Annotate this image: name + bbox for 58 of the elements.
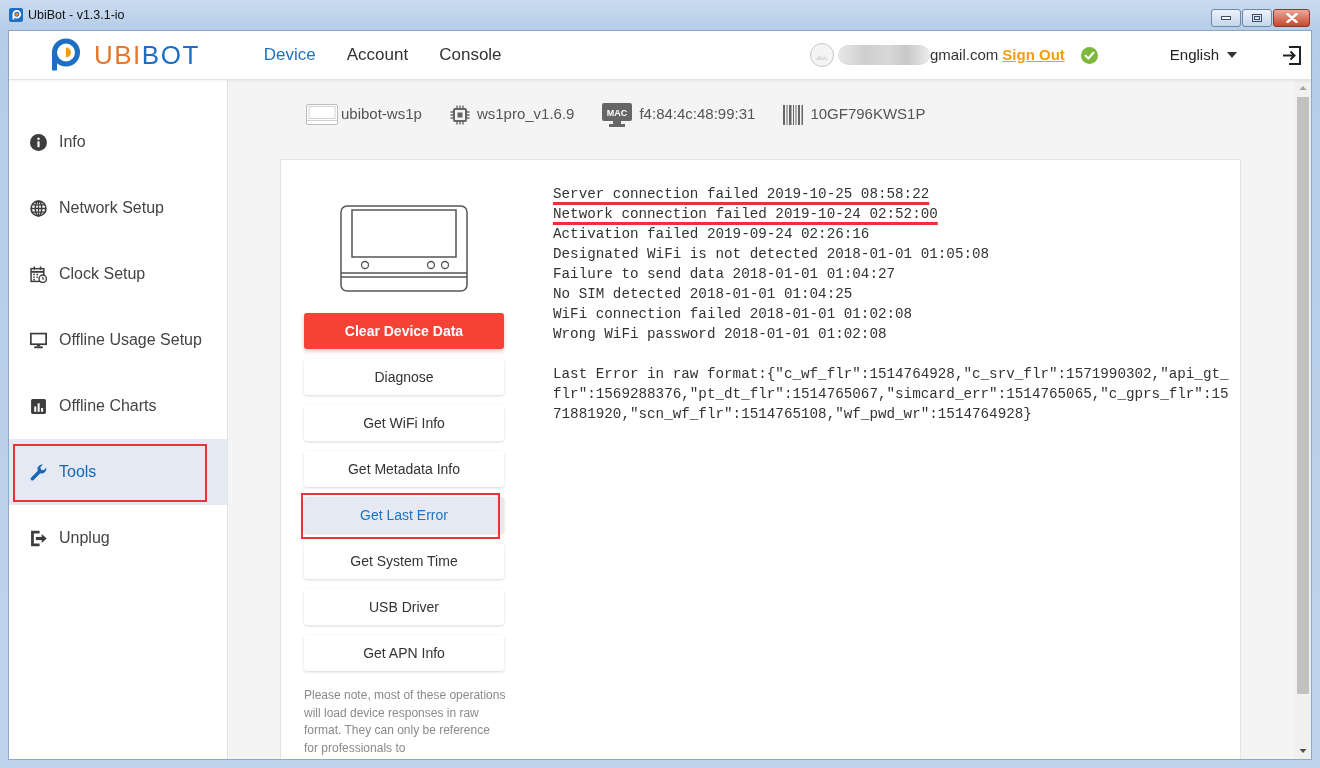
sidebar-item[interactable]: Network Setup <box>9 175 227 241</box>
monitor-icon <box>30 331 47 349</box>
tool-button[interactable]: Get WiFi Info <box>304 405 504 441</box>
sidebar-item[interactable]: Clock Setup <box>9 241 227 307</box>
tool-button[interactable]: Get APN Info <box>304 635 504 671</box>
tool-button[interactable]: USB Driver <box>304 589 504 625</box>
device-icon <box>306 104 338 125</box>
note-text: Please note, most of these operations will load device responses in raw format. They can only be reference for professionals to <box>304 687 506 757</box>
sidebar-item[interactable]: Offline Charts <box>9 373 227 439</box>
window-title: UbiBot - v1.3.1-io <box>28 6 125 24</box>
language-dropdown[interactable]: English <box>1169 43 1237 67</box>
nav-tab[interactable]: Console <box>439 42 502 68</box>
caret-icon <box>1227 52 1237 58</box>
maximize-button[interactable] <box>1242 9 1272 27</box>
sidebar-item[interactable]: Info <box>9 109 227 175</box>
calendar-clock-icon <box>30 265 47 283</box>
barcode-icon <box>783 104 804 125</box>
tool-button[interactable]: Get System Time <box>304 543 504 579</box>
sidebar-item[interactable]: Tools <box>9 439 227 505</box>
log-line: Server connection failed 2019-10-25 08:58:22 <box>553 185 930 204</box>
log-line: Network connection failed 2019-10-24 02:52:00 <box>553 205 938 224</box>
info-icon <box>30 133 47 151</box>
scrollbar-thumb[interactable] <box>1297 97 1309 694</box>
close-icon <box>1285 13 1298 23</box>
log-line: Designated WiFi is not detected 2018-01-01 01:05:08 <box>553 245 990 264</box>
wrench-icon <box>30 463 47 481</box>
exit-arrow-icon <box>30 529 47 547</box>
nav-tab[interactable]: Device <box>263 42 316 68</box>
log-line: Wrong WiFi password 2018-01-01 01:02:08 <box>553 325 887 344</box>
maximize-icon <box>1252 14 1262 22</box>
minimize-button[interactable] <box>1211 9 1241 27</box>
brand-name: UBI BOT <box>94 42 200 68</box>
chip-icon <box>449 104 470 125</box>
log-line: Failure to send data 2018-01-01 01:04:27 <box>553 265 896 284</box>
bar-chart-icon <box>30 397 47 415</box>
nav-tab[interactable]: Account <box>346 42 409 68</box>
device-info-text: ws1pro_v1.6.9 <box>476 104 575 125</box>
exit-icon[interactable] <box>1282 45 1301 65</box>
sidebar-item[interactable]: Offline Usage Setup <box>9 307 227 373</box>
avatar-icon <box>809 43 834 67</box>
tool-button[interactable]: Get Metadata Info <box>304 451 504 487</box>
email-text: gmail.com <box>929 44 999 65</box>
device-info-text: ubibot-ws1p <box>341 104 422 125</box>
raw-error-text: Last Error in raw format:{"c_wf_flr":1514764928,"c_srv_flr":1571990302,"api_gt_flr":1569288376,"pt_dt_flr":1514765067,"simcard_err":1514765065,"c_gprs_flr":1571881920,"scn_wf_flr":1514765108,"wf_pwd_wr":1514764928} <box>553 365 1230 424</box>
tool-button[interactable]: Clear Device Data <box>304 313 504 349</box>
log-line: Activation failed 2019-09-24 02:26:16 <box>553 225 870 244</box>
log-line: No SIM detected 2018-01-01 01:04:25 <box>553 285 853 304</box>
tool-button[interactable]: Diagnose <box>304 359 504 395</box>
scrollbar-track[interactable] <box>1295 80 1311 759</box>
globe-icon <box>30 199 47 217</box>
app-icon <box>9 8 23 22</box>
sidebar-item[interactable]: Unplug <box>9 505 227 571</box>
close-button[interactable] <box>1273 9 1310 27</box>
log-line: WiFi connection failed 2018-01-01 01:02:08 <box>553 305 913 324</box>
device-info-text: f4:84:4c:48:99:31 <box>639 104 756 125</box>
device-info-text: 10GF796KWS1P <box>810 104 926 125</box>
tool-button[interactable]: Get Last Error <box>304 497 504 533</box>
minimize-icon <box>1221 16 1231 20</box>
